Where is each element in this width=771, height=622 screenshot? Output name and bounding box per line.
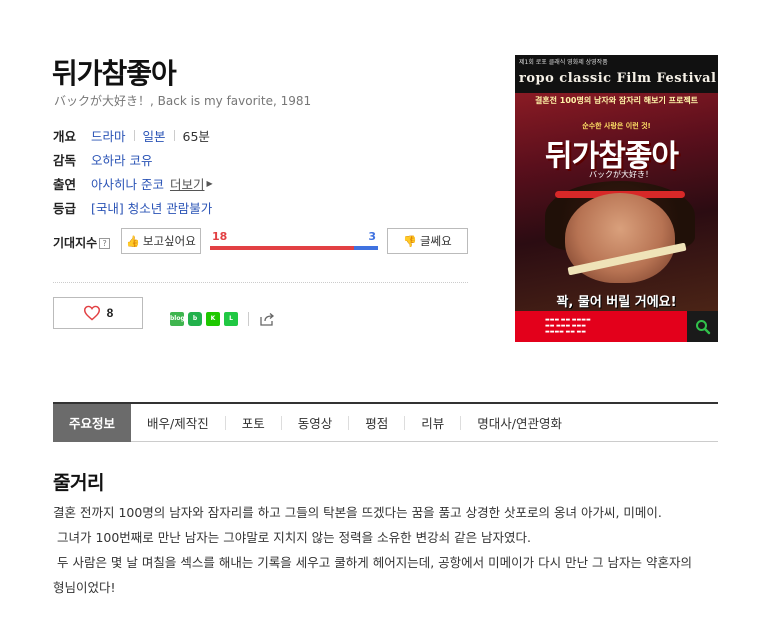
line-icon[interactable]: L xyxy=(224,312,238,326)
synopsis-line: 결혼 전까지 100명의 남자와 잠자리를 하고 그들의 탁본을 뜨겠다는 꿈을… xyxy=(53,505,662,520)
movie-subtitle: バックが大好き！, Back is my favorite, 1981 xyxy=(54,94,312,108)
expectation-label: 기대지수? xyxy=(53,234,111,251)
cast-row: 출연 아사히나 준코 더보기 ▶ xyxy=(53,171,213,195)
movie-poster[interactable]: 제1회 로포 클래식 영화제 상영작품 ropo classic Film Fe… xyxy=(515,55,718,342)
share-icon[interactable] xyxy=(259,312,275,326)
thumbs-up-icon: 👍 xyxy=(126,234,140,248)
like-button[interactable]: 8 xyxy=(53,297,143,329)
want-to-see-button[interactable]: 👍 보고싶어요 xyxy=(121,228,201,254)
help-icon[interactable]: ? xyxy=(99,238,111,249)
tab-bar: 주요정보 배우/제작진 포토 동영상 평점 리뷰 명대사/연관영화 xyxy=(53,402,718,442)
rating-label: 등급 xyxy=(53,200,77,216)
genre-link[interactable]: 드라마 xyxy=(91,126,126,145)
thumbs-down-icon: 👎 xyxy=(403,234,417,248)
share-row: blog b K L xyxy=(170,312,275,326)
caret-right-icon: ▶ xyxy=(206,178,213,188)
rating-row: 등급 [국내] 청소년 관람불가 xyxy=(53,195,213,219)
cast-link[interactable]: 아사히나 준코 xyxy=(91,174,164,193)
want-bar-fill xyxy=(210,246,354,250)
tab-photos[interactable]: 포토 xyxy=(226,404,281,442)
zoom-button[interactable] xyxy=(687,311,718,342)
separator xyxy=(248,312,249,326)
expectation-label-text: 기대지수 xyxy=(53,236,98,250)
nah-count: 3 xyxy=(368,230,376,243)
poster-small-header: 제1회 로포 클래식 영화제 상영작품 xyxy=(519,59,608,66)
poster-jp-title: バックが大好き！ xyxy=(589,170,653,179)
heart-icon xyxy=(83,305,100,321)
synopsis-heading: 줄거리 xyxy=(53,472,104,494)
director-label: 감독 xyxy=(53,152,77,168)
more-cast-link[interactable]: 더보기 xyxy=(170,174,205,193)
expectation-bar-track xyxy=(210,246,378,250)
country-link[interactable]: 일본 xyxy=(143,126,166,145)
synopsis-line: 그녀가 100번째로 만난 남자는 그야말로 지치지 않는 정력을 소유한 변강… xyxy=(53,530,532,545)
overview-label: 개요 xyxy=(53,128,77,144)
tab-cast-crew[interactable]: 배우/제작진 xyxy=(131,404,225,442)
like-count: 8 xyxy=(106,306,114,320)
synopsis-text: 결혼 전까지 100명의 남자와 잠자리를 하고 그들의 탁본을 뜨겠다는 꿈을… xyxy=(53,500,723,600)
cast-label: 출연 xyxy=(53,176,77,192)
synopsis-line: 두 사람은 몇 날 며칠을 섹스를 해내는 기록을 세우고 쿨하게 헤어지는데,… xyxy=(53,555,692,570)
poster-tagline-top: 결혼전 100명의 남자와 잠자리 해보기 프로젝트 xyxy=(534,96,699,105)
runtime: 65분 xyxy=(182,128,210,144)
divider xyxy=(53,282,468,283)
kakaostory-icon[interactable]: K xyxy=(206,312,220,326)
tab-quotes-related[interactable]: 명대사/연관영화 xyxy=(461,404,578,442)
synopsis-line: 형님이었다! xyxy=(53,580,116,595)
tab-reviews[interactable]: 리뷰 xyxy=(405,404,460,442)
director-link[interactable]: 오하라 코유 xyxy=(91,150,152,169)
poster-bottom-tagline: 꽉, 물어 버릴 거에요! xyxy=(556,295,677,310)
movie-info: 개요 드라마 일본 65분 감독 오하라 코유 출연 아사히나 준코 더보기 ▶… xyxy=(53,123,213,219)
tab-videos[interactable]: 동영상 xyxy=(282,404,349,442)
movie-title: 뒤가참좋아 xyxy=(52,57,177,90)
tab-ratings[interactable]: 평점 xyxy=(349,404,404,442)
want-to-see-label: 보고싶어요 xyxy=(142,234,196,248)
poster-festival: ropo classic Film Festival xyxy=(519,71,717,86)
not-sure-button[interactable]: 👎 글쎄요 xyxy=(387,228,468,254)
tab-main-info[interactable]: 주요정보 xyxy=(53,403,132,442)
band-icon[interactable]: b xyxy=(188,312,202,326)
poster-header: 제1회 로포 클래식 영화제 상영작품 ropo classic Film Fe… xyxy=(515,55,718,93)
poster-credits: ▬▬▬ ▬▬ ▬▬▬▬ ▬▬ ▬▬▬ ▬▬▬ ▬▬▬▬ ▬▬ ▬▬ xyxy=(545,317,591,335)
rating-link[interactable]: [국내] 청소년 관람불가 xyxy=(91,198,212,217)
expectation-bar: 18 3 xyxy=(210,230,378,252)
separator xyxy=(173,129,175,141)
not-sure-label: 글쎄요 xyxy=(419,234,452,248)
poster-sub-line: 순수한 사랑은 이런 것! xyxy=(582,122,651,130)
poster-image: 결혼전 100명의 남자와 잠자리 해보기 프로젝트 순수한 사랑은 이런 것!… xyxy=(515,93,718,311)
separator xyxy=(133,129,135,141)
blog-icon[interactable]: blog xyxy=(170,312,185,326)
overview-row: 개요 드라마 일본 65분 xyxy=(53,123,213,147)
expectation-section: 기대지수? 👍 보고싶어요 18 3 👎 글쎄요 xyxy=(53,228,468,256)
director-row: 감독 오하라 코유 xyxy=(53,147,213,171)
search-icon xyxy=(695,319,710,334)
want-count: 18 xyxy=(212,230,228,243)
